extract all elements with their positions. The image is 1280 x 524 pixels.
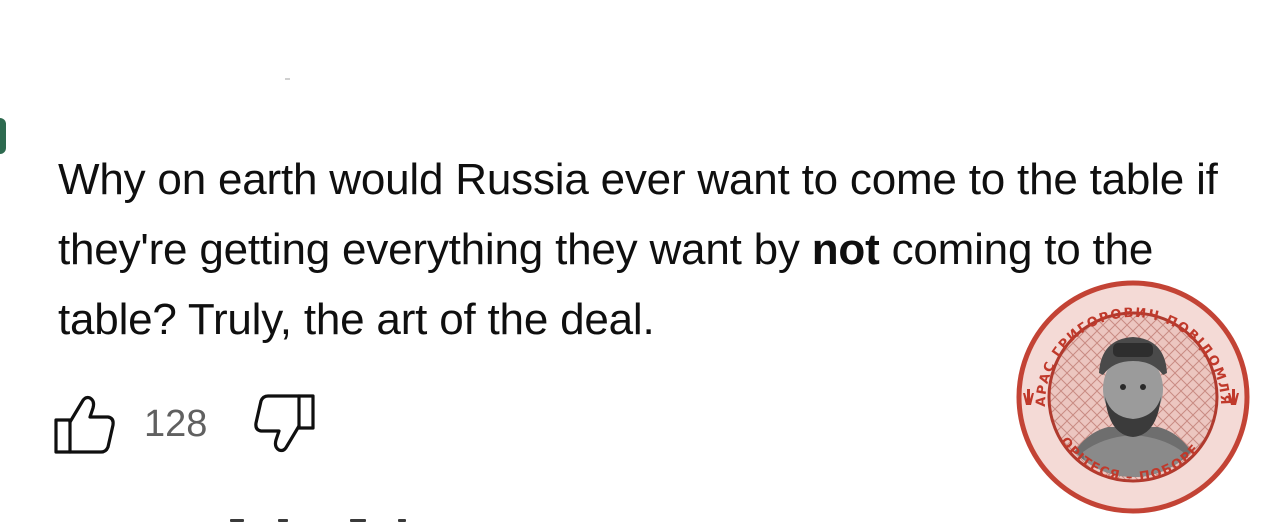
dislike-button[interactable] [253,392,317,456]
comment-text-bold: not [811,225,880,274]
watermark-seal: ТАРАС ГРИГОРОВИЧ ПОВІДОМЛЯЄ БОРІТЕСЯ – П… [1007,266,1253,517]
divider-fragment [285,78,290,80]
next-comment-fragment [230,515,450,524]
like-button[interactable] [52,392,116,456]
thumbs-up-icon [54,395,115,454]
avatar-edge [0,118,6,154]
comment-actions: 128 [52,392,317,456]
thumbs-down-icon [254,394,316,453]
like-count: 128 [144,402,208,445]
